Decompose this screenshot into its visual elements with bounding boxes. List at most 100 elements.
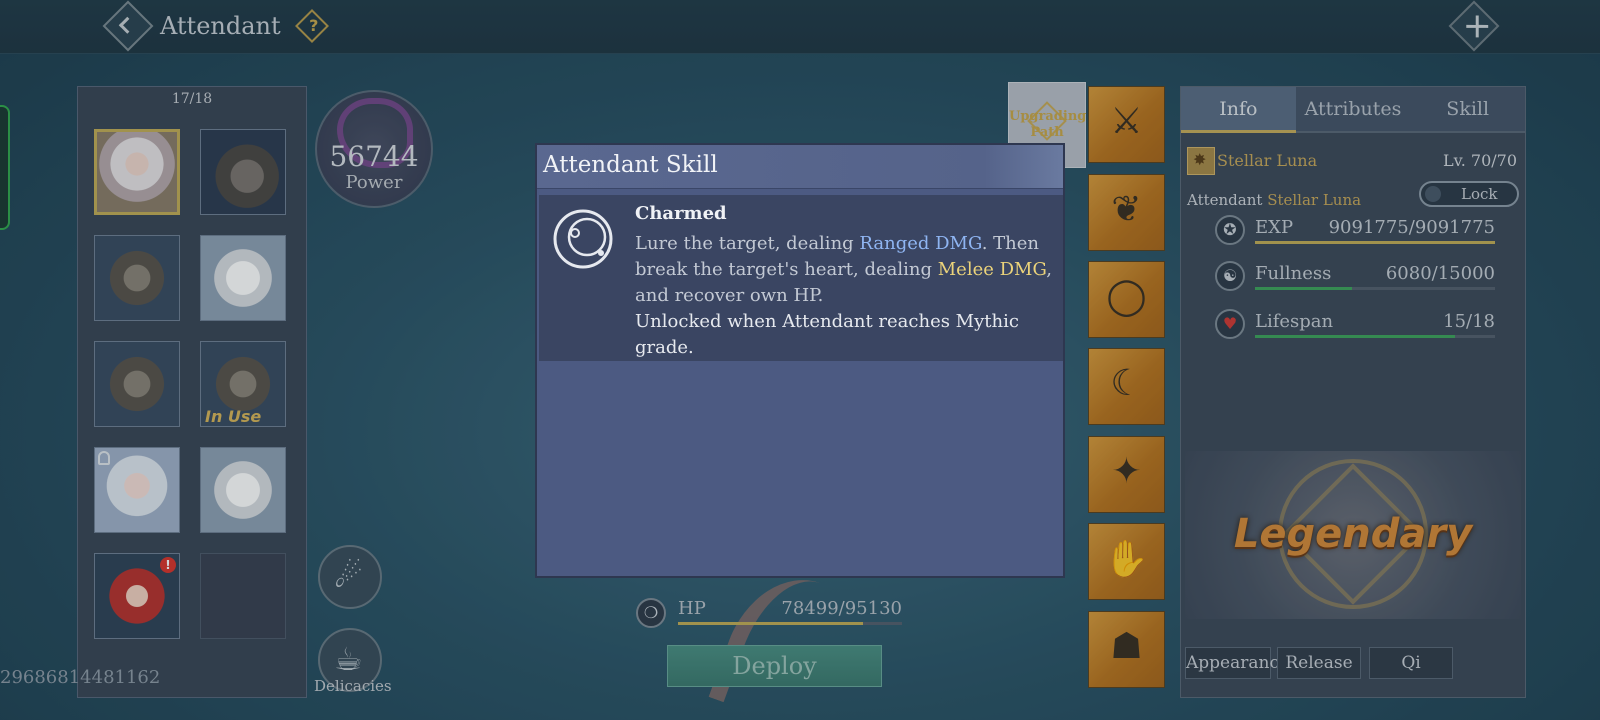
tab-skill[interactable]: Skill bbox=[1410, 87, 1526, 133]
skill-name: Charmed bbox=[635, 203, 727, 224]
antler-icon: ❦ bbox=[1111, 189, 1142, 230]
page-title: Attendant bbox=[160, 12, 281, 40]
stat-bar bbox=[1255, 287, 1495, 290]
hp-icon: ❍ bbox=[636, 598, 666, 628]
delicacies-label: Delicacies bbox=[314, 677, 392, 695]
mask-icon: ☗ bbox=[1110, 626, 1143, 667]
roster-slot-empty[interactable] bbox=[200, 553, 286, 639]
equipment-slot[interactable]: ❦ bbox=[1088, 174, 1165, 251]
power-label: Power bbox=[345, 172, 403, 193]
attendant-roster: 17/18 In Use ! bbox=[77, 86, 307, 698]
exp-icon: ✪ bbox=[1215, 215, 1245, 245]
hp-bar-fill bbox=[678, 622, 863, 625]
roster-slot[interactable]: In Use bbox=[200, 341, 286, 427]
dialog-title: Attendant Skill bbox=[543, 152, 718, 178]
stat-lifespan: ♥ Lifespan 15/18 bbox=[1215, 309, 1495, 343]
stat-value: 15/18 bbox=[1443, 311, 1495, 332]
deploy-button[interactable]: Deploy bbox=[667, 645, 882, 687]
back-button[interactable] bbox=[102, 0, 154, 52]
attendant-portrait bbox=[95, 342, 179, 426]
crossbow-icon: ⚔ bbox=[1110, 101, 1143, 142]
qi-button[interactable]: Qi bbox=[1369, 647, 1453, 679]
fullness-icon: ☯ bbox=[1215, 261, 1245, 291]
stat-label: Fullness bbox=[1255, 263, 1332, 284]
gauntlet-icon: ✋ bbox=[1104, 539, 1149, 580]
in-use-badge: In Use bbox=[205, 407, 262, 426]
feed-button[interactable]: ☄ bbox=[318, 545, 382, 609]
feed-icon: ☄ bbox=[334, 557, 363, 595]
close-icon: ✕ bbox=[1454, 6, 1498, 49]
stat-exp: ✪ EXP 9091775/9091775 bbox=[1215, 215, 1495, 249]
equipment-slot[interactable]: ☗ bbox=[1088, 611, 1165, 688]
stat-label: EXP bbox=[1255, 217, 1294, 238]
equipment-slot[interactable]: ◯ bbox=[1088, 261, 1165, 338]
claw-icon: ☾ bbox=[1110, 363, 1143, 404]
ring-icon: ◯ bbox=[1106, 276, 1147, 317]
toggle-knob bbox=[1425, 186, 1441, 202]
attendant-skill-dialog: Attendant Skill Charmed Lure the target,… bbox=[535, 143, 1065, 578]
delicacies-icon: ☕ bbox=[334, 640, 363, 678]
info-tabs: Info Attributes Skill bbox=[1181, 87, 1526, 133]
close-button[interactable]: ✕ bbox=[1448, 0, 1500, 52]
equipment-slot[interactable]: ☾ bbox=[1088, 348, 1165, 425]
roster-slot[interactable] bbox=[94, 341, 180, 427]
equipment-slot[interactable]: ⚔ bbox=[1088, 86, 1165, 163]
player-uid: 29686814481162 bbox=[0, 667, 161, 688]
hp-value: 78499/95130 bbox=[781, 598, 902, 619]
skill-description: Lure the target, dealing Ranged DMG. The… bbox=[635, 233, 1052, 358]
attendant-level: Lv. 70/70 bbox=[1442, 151, 1517, 170]
hp-label: HP bbox=[678, 598, 706, 619]
grade-label: Legendary bbox=[1233, 511, 1473, 557]
help-button[interactable]: ? bbox=[295, 9, 329, 43]
attendant-info-panel: Info Attributes Skill ✸ Stellar Luna Lv.… bbox=[1180, 86, 1526, 698]
lock-toggle[interactable]: Lock bbox=[1419, 181, 1519, 207]
skill-card: Charmed Lure the target, dealing Ranged … bbox=[539, 195, 1063, 361]
alert-icon: ! bbox=[160, 557, 176, 573]
stat-bar-fill bbox=[1255, 241, 1495, 244]
roster-slot[interactable] bbox=[200, 129, 286, 215]
stat-bar-fill bbox=[1255, 287, 1353, 290]
attendant-model bbox=[708, 560, 862, 720]
roster-count: 17/18 bbox=[171, 91, 213, 107]
stat-label: Lifespan bbox=[1255, 311, 1334, 332]
tab-attributes[interactable]: Attributes bbox=[1295, 87, 1411, 133]
lifespan-icon: ♥ bbox=[1215, 309, 1245, 339]
attendant-portrait bbox=[201, 448, 285, 532]
equipment-slot[interactable]: ✦ bbox=[1088, 436, 1165, 513]
roster-slot[interactable] bbox=[200, 447, 286, 533]
upgrading-path-label: Upgrading Path bbox=[1009, 109, 1087, 140]
power-value: 56744 bbox=[329, 140, 419, 173]
release-button[interactable]: Release bbox=[1277, 647, 1361, 679]
roster-slot[interactable] bbox=[94, 447, 180, 533]
attendant-type-label: Attendant Stellar Luna bbox=[1187, 191, 1362, 209]
question-icon: ? bbox=[309, 16, 319, 36]
dialog-header: Attendant Skill bbox=[537, 145, 1063, 189]
chevron-left-icon bbox=[118, 16, 136, 34]
equipment-slot[interactable]: ✋ bbox=[1088, 523, 1165, 600]
stat-value: 9091775/9091775 bbox=[1328, 217, 1495, 238]
stat-value: 6080/15000 bbox=[1385, 263, 1495, 284]
attendant-name: Stellar Luna bbox=[1217, 151, 1318, 170]
stat-fullness: ☯ Fullness 6080/15000 bbox=[1215, 261, 1495, 295]
hp-bar bbox=[678, 622, 902, 625]
stat-bar-fill bbox=[1255, 335, 1455, 338]
side-drawer-tab[interactable] bbox=[0, 105, 10, 230]
attendant-name-row: ✸ Stellar Luna Lv. 70/70 bbox=[1187, 147, 1521, 177]
hp-stat: ❍ HP 78499/95130 bbox=[636, 596, 902, 630]
appearance-button[interactable]: Appearance bbox=[1185, 647, 1289, 679]
deer-head-icon: ✦ bbox=[1111, 451, 1142, 492]
attendant-portrait bbox=[201, 130, 285, 214]
roster-slot[interactable] bbox=[94, 235, 180, 321]
grade-emblem: Legendary bbox=[1185, 451, 1521, 619]
roster-slot[interactable]: ! bbox=[94, 553, 180, 639]
skill-unlock-requirement: Unlocked when Attendant reaches Mythic g… bbox=[635, 311, 1019, 358]
tab-info[interactable]: Info bbox=[1181, 87, 1296, 133]
emblem-icon: ✸ bbox=[1187, 147, 1215, 175]
attendant-portrait bbox=[201, 236, 285, 320]
charm-skill-icon bbox=[553, 209, 613, 269]
roster-slot[interactable] bbox=[200, 235, 286, 321]
stat-bar bbox=[1255, 335, 1495, 338]
lock-icon bbox=[98, 451, 110, 465]
attendant-portrait bbox=[95, 236, 179, 320]
roster-slot[interactable] bbox=[94, 129, 180, 215]
